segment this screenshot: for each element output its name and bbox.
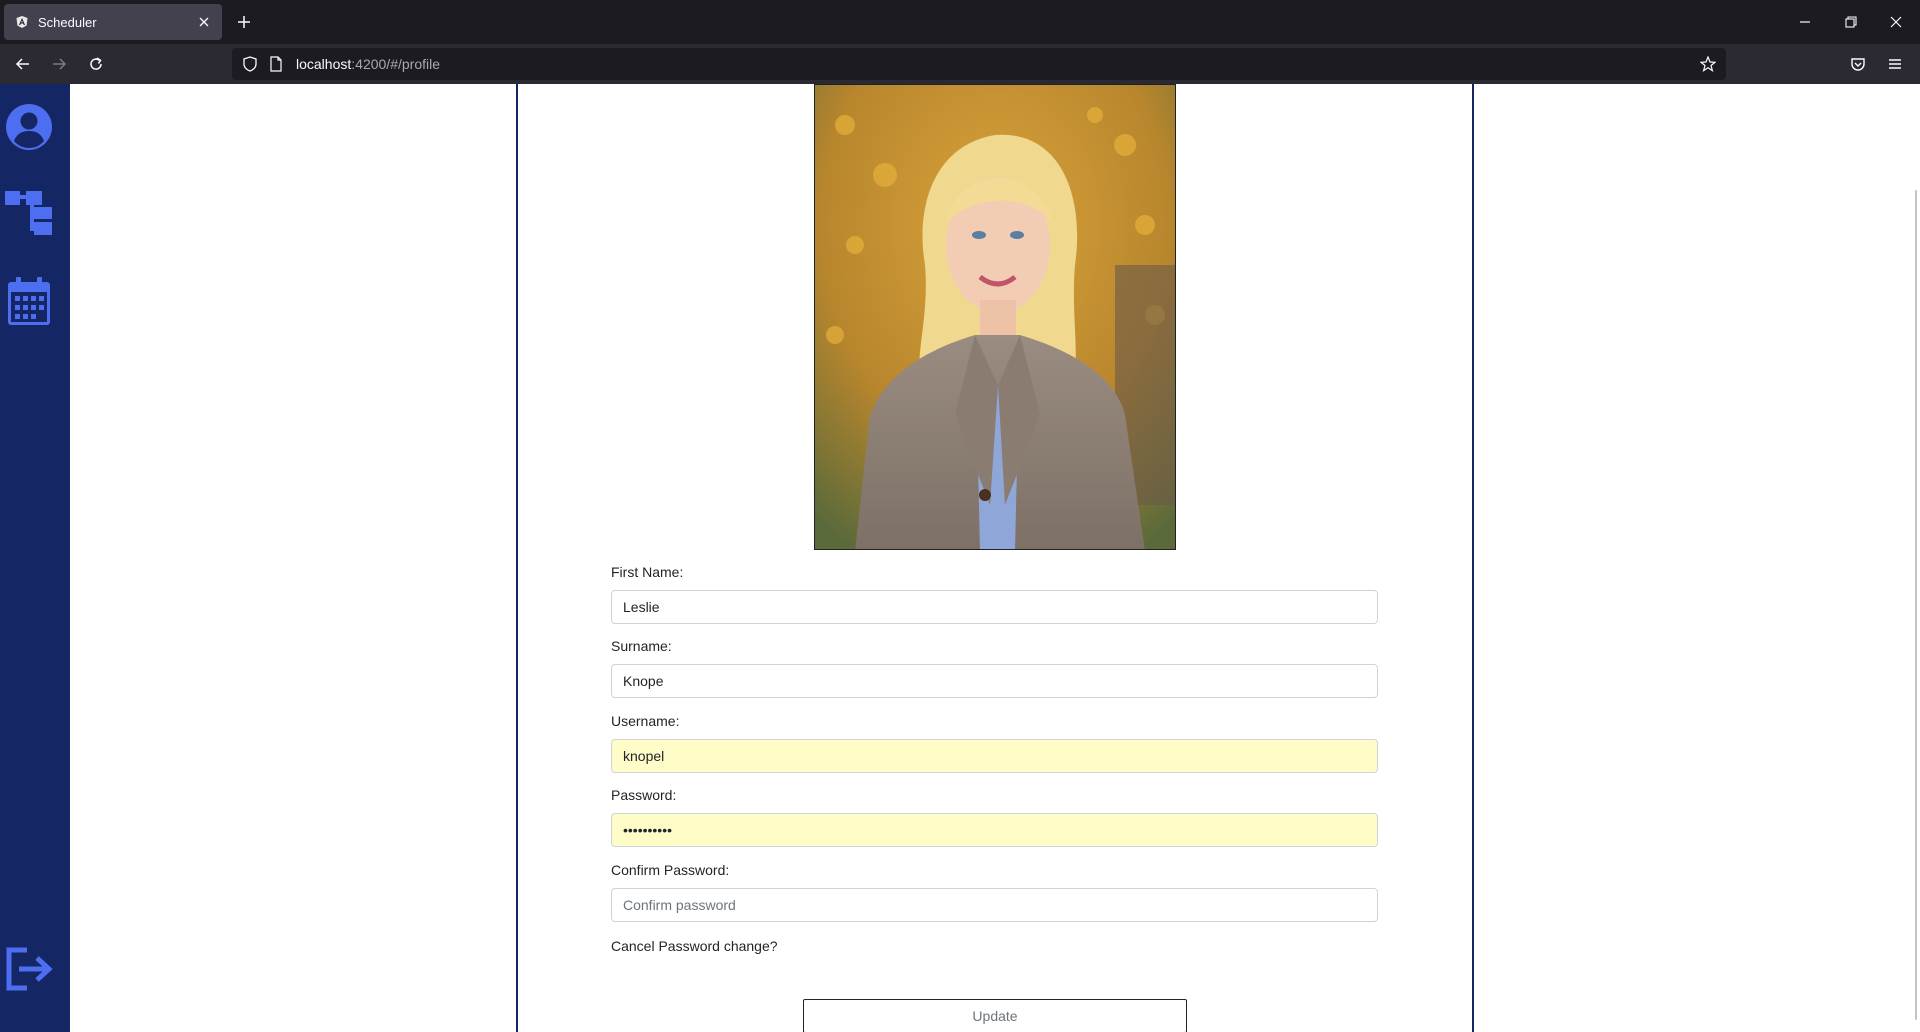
user-circle-icon[interactable] <box>4 102 54 152</box>
browser-nav-bar: localhost:4200/#/profile <box>0 44 1920 84</box>
minimize-icon[interactable] <box>1795 12 1815 32</box>
first-name-label: First Name: <box>611 564 684 580</box>
url-text[interactable]: localhost:4200/#/profile <box>296 56 440 72</box>
scrollbar[interactable] <box>1910 84 1920 1032</box>
update-button[interactable]: Update <box>803 999 1187 1032</box>
page-icon[interactable] <box>266 54 286 74</box>
cancel-password-change-link[interactable]: Cancel Password change? <box>611 938 778 954</box>
url-bar[interactable]: localhost:4200/#/profile <box>232 48 1726 80</box>
url-host: localhost <box>296 56 352 72</box>
plus-icon[interactable] <box>234 12 254 32</box>
confirm-password-label: Confirm Password: <box>611 862 730 878</box>
page-viewport: First Name: Surname: Username: Password:… <box>0 84 1920 1032</box>
back-icon[interactable] <box>13 54 33 74</box>
shield-icon[interactable] <box>240 54 260 74</box>
menu-icon[interactable] <box>1885 54 1905 74</box>
browser-tab-bar: Scheduler <box>0 0 1920 44</box>
reload-icon[interactable] <box>86 54 106 74</box>
password-label: Password: <box>611 787 677 803</box>
pocket-icon[interactable] <box>1848 54 1868 74</box>
username-label: Username: <box>611 713 680 729</box>
sidebar <box>0 84 70 1032</box>
forward-icon[interactable] <box>49 54 69 74</box>
scrollbar-thumb[interactable] <box>1915 190 1917 1020</box>
username-field[interactable] <box>611 739 1378 773</box>
window-close-icon[interactable] <box>1886 12 1906 32</box>
browser-tab[interactable]: Scheduler <box>4 4 222 40</box>
angular-icon <box>14 14 30 30</box>
tab-title: Scheduler <box>38 14 97 30</box>
password-field[interactable] <box>611 813 1378 847</box>
url-path: :4200/#/profile <box>351 56 440 72</box>
star-icon[interactable] <box>1698 54 1718 74</box>
sitemap-icon[interactable] <box>4 188 54 238</box>
surname-label: Surname: <box>611 638 672 654</box>
logout-icon[interactable] <box>4 944 54 994</box>
calendar-icon[interactable] <box>4 276 54 326</box>
surname-field[interactable] <box>611 664 1378 698</box>
first-name-field[interactable] <box>611 590 1378 624</box>
close-icon[interactable] <box>196 14 212 30</box>
confirm-password-field[interactable] <box>611 888 1378 922</box>
profile-photo <box>814 84 1176 550</box>
restore-icon[interactable] <box>1841 12 1861 32</box>
